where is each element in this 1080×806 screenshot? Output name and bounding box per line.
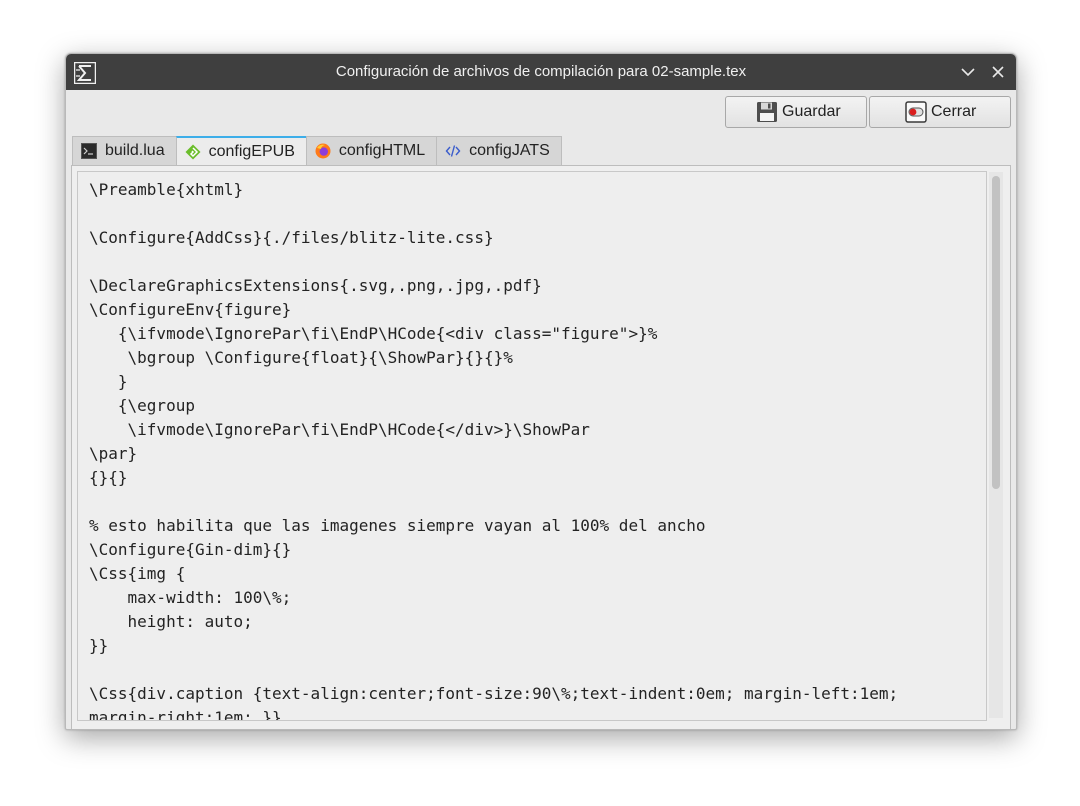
title-bar[interactable]: Configuración de archivos de compilación… [66, 54, 1016, 90]
code-line: \Css{div.caption {text-align:center;font… [89, 684, 899, 703]
chevron-down-icon[interactable] [958, 62, 978, 82]
close-button[interactable]: Cerrar [869, 96, 1011, 128]
firefox-icon [315, 143, 331, 159]
scrollbar-thumb[interactable] [992, 176, 1000, 489]
code-line: \Configure{Gin-dim}{} [89, 540, 292, 559]
tab-config-html[interactable]: configHTML [305, 136, 438, 165]
code-line: \par} [89, 444, 138, 463]
tab-label: configHTML [338, 142, 426, 159]
tab-content: \Preamble{xhtml} \Configure{AddCss}{./fi… [71, 165, 1011, 729]
save-button[interactable]: Guardar [725, 96, 867, 128]
code-line: } [89, 372, 128, 391]
floppy-disk-icon [757, 102, 777, 122]
code-editor[interactable]: \Preamble{xhtml} \Configure{AddCss}{./fi… [77, 171, 987, 721]
code-text[interactable]: \Preamble{xhtml} \Configure{AddCss}{./fi… [78, 172, 986, 721]
tab-label: configJATS [469, 142, 550, 159]
code-line: \DeclareGraphicsExtensions{.svg,.png,.jp… [89, 276, 542, 295]
code-line: {\egroup [89, 396, 195, 415]
code-line: }} [89, 636, 109, 655]
code-line: {}{} [89, 468, 128, 487]
code-line: max-width: 100\%; [89, 588, 292, 607]
close-icon[interactable] [988, 62, 1008, 82]
tab-label: build.lua [105, 142, 165, 159]
tab-label: configEPUB [208, 143, 295, 160]
code-line: \Preamble{xhtml} [89, 180, 244, 199]
code-line: \Css{img { [89, 564, 186, 583]
code-line: \bgroup \Configure{float}{\ShowPar}{}{}% [89, 348, 513, 367]
tab-bar: build.lua configEPUB configHTML configJA… [72, 136, 562, 166]
close-button-label: Cerrar [931, 103, 977, 120]
config-dialog: Configuración de archivos de compilación… [65, 53, 1017, 730]
vertical-scrollbar[interactable] [989, 172, 1003, 718]
code-line: height: auto; [89, 612, 253, 631]
exit-icon [905, 101, 927, 123]
window-title: Configuración de archivos de compilación… [335, 63, 747, 80]
code-line: margin-right:1em; }} [89, 708, 282, 721]
tab-build-lua[interactable]: build.lua [72, 136, 177, 165]
code-line: % esto habilita que las imagenes siempre… [89, 516, 706, 535]
tab-config-jats[interactable]: configJATS [436, 136, 562, 165]
code-line: \ConfigureEnv{figure} [89, 300, 292, 319]
code-icon [445, 145, 461, 157]
tab-config-epub[interactable]: configEPUB [175, 136, 307, 166]
epub-icon [185, 144, 201, 160]
code-line: \Configure{AddCss}{./files/blitz-lite.cs… [89, 228, 494, 247]
save-button-label: Guardar [782, 103, 841, 120]
code-line: \ifvmode\IgnorePar\fi\EndP\HCode{</div>}… [89, 420, 590, 439]
terminal-icon [81, 143, 97, 159]
code-line: {\ifvmode\IgnorePar\fi\EndP\HCode{<div c… [89, 324, 658, 343]
